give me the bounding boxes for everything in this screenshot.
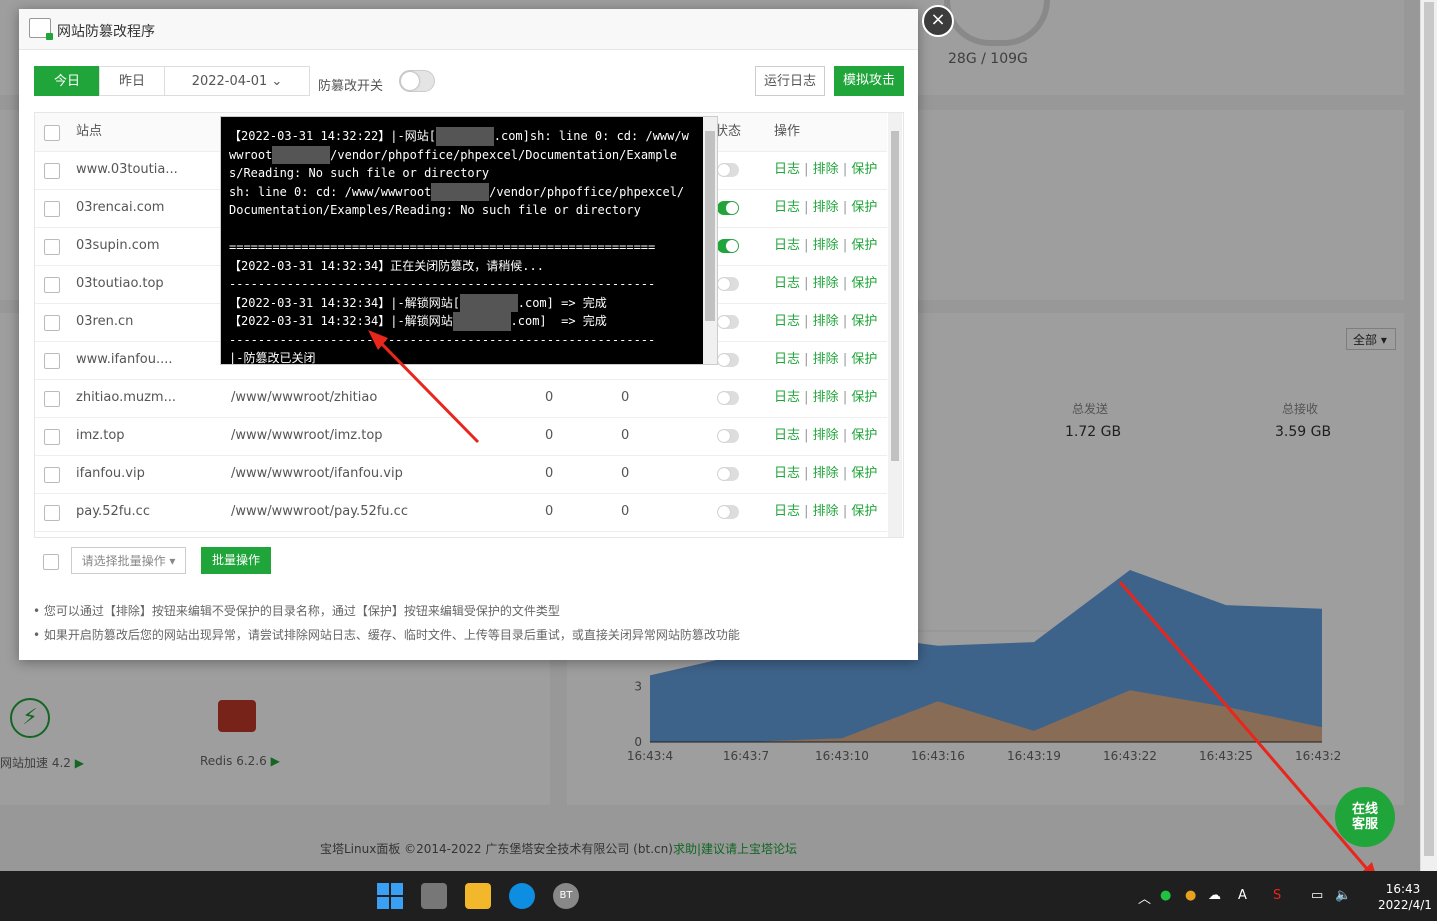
clock[interactable]: 16:43 2022/4/1: [1378, 881, 1432, 913]
file-explorer-icon[interactable]: [465, 883, 491, 909]
qq-icon[interactable]: ●: [1185, 888, 1196, 903]
arrow-line: [1118, 581, 1370, 871]
volume-icon[interactable]: 🔈: [1335, 888, 1351, 903]
sogou-icon[interactable]: S: [1273, 888, 1281, 903]
tray-chevron-icon[interactable]: ︿: [1138, 888, 1151, 907]
clock-date: 2022/4/1: [1378, 898, 1432, 912]
online-service-button[interactable]: 在线 客服: [1335, 787, 1395, 847]
annotation-arrows: [368, 330, 1378, 882]
wechat-icon[interactable]: ●: [1160, 888, 1171, 903]
arrow-line: [376, 338, 480, 444]
ime-icon[interactable]: A: [1238, 888, 1247, 903]
bt-app-icon[interactable]: BT: [553, 883, 579, 909]
network-icon[interactable]: ▭: [1311, 888, 1323, 903]
cloud-icon[interactable]: ☁: [1208, 888, 1221, 903]
task-view-icon[interactable]: [421, 883, 447, 909]
edge-icon[interactable]: [509, 883, 535, 909]
clock-time: 16:43: [1385, 882, 1421, 896]
windows-start-icon[interactable]: [377, 883, 403, 909]
taskbar: BT ︿ ● ● ☁ A S ▭ 🔈 16:43 2022/4/1: [0, 871, 1437, 921]
